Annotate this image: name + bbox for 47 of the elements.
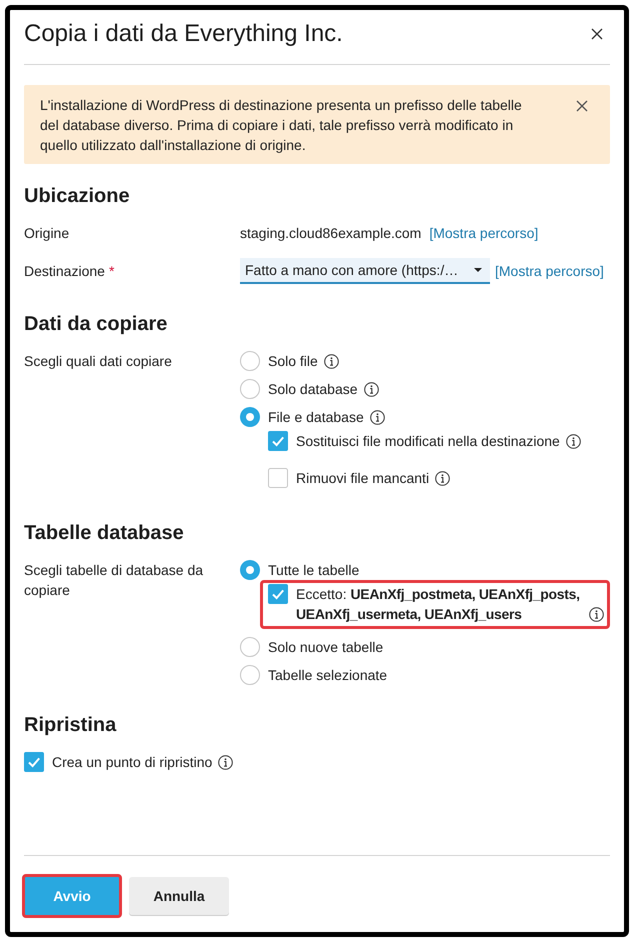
radio-label: Solo nuove tabelle (268, 638, 384, 657)
info-icon[interactable] (589, 607, 604, 622)
radio-label: Solo file (268, 352, 318, 371)
checkbox-label: Crea un punto di ripristino (52, 753, 212, 772)
alert-text: L'installazione di WordPress di destinazione presenta un prefisso delle tabelle del database diverso. Prima di copiare i dati, tale prefisso verrà modificato in quello utilizzato dall'installazione di origine. (40, 96, 523, 155)
primary-button[interactable]: Avvio (22, 874, 122, 918)
field-label: Destinazione (24, 263, 105, 279)
radio-label: Tabelle selezionate (268, 666, 388, 685)
close-icon[interactable] (576, 100, 588, 112)
checkbox-label: Sostituisci file modificati nella destinazione (296, 432, 560, 451)
info-icon[interactable] (324, 354, 339, 369)
info-icon[interactable] (370, 410, 385, 425)
section-heading: Dati da copiare (24, 312, 168, 337)
radio-button[interactable] (240, 560, 260, 580)
info-icon[interactable] (364, 382, 379, 397)
field-label: Origine (24, 225, 70, 241)
checkbox[interactable] (268, 431, 288, 451)
checkbox-label: Eccetto: UEAnXfj_postmeta, UEAnXfj_posts, UEAnXfj_usermeta, UEAnXfj_users (296, 585, 581, 624)
close-icon[interactable] (591, 28, 603, 40)
field-label: Scegli tabelle di database da copiare (24, 562, 204, 598)
required-asterisk: * (108, 263, 114, 279)
radio-button[interactable] (240, 665, 260, 685)
section-heading: Ripristina (24, 713, 118, 738)
secondary-button[interactable]: Annulla (129, 877, 229, 915)
checkbox[interactable] (268, 584, 288, 604)
field-value: staging.cloud86example.com (240, 224, 422, 243)
info-icon[interactable] (435, 471, 450, 486)
path-link[interactable]: [Mostra percorso] (495, 261, 604, 281)
dialog-title: Copia i dati da Everything Inc. (24, 19, 343, 49)
field-label: Scegli quali dati copiare (24, 353, 172, 369)
section-heading: Ubicazione (24, 184, 131, 209)
radio-button[interactable] (240, 379, 260, 399)
path-link[interactable]: [Mostra percorso] (429, 223, 538, 243)
info-icon[interactable] (566, 434, 581, 449)
section-heading: Tabelle database (24, 521, 185, 546)
checkbox-label: Rimuovi file mancanti (296, 469, 430, 488)
radio-button[interactable] (240, 637, 260, 657)
checkbox[interactable] (268, 468, 288, 488)
info-icon[interactable] (218, 755, 234, 770)
radio-button[interactable] (240, 351, 260, 371)
destination-select[interactable]: Fatto a mano con amore (https:/… (240, 258, 490, 284)
caret-icon (474, 268, 482, 272)
radio-button[interactable] (240, 407, 260, 427)
checkbox[interactable] (24, 752, 44, 772)
radio-label: Tutte le tabelle (268, 561, 360, 580)
radio-label: File e database (268, 408, 364, 427)
radio-label: Solo database (268, 380, 358, 399)
